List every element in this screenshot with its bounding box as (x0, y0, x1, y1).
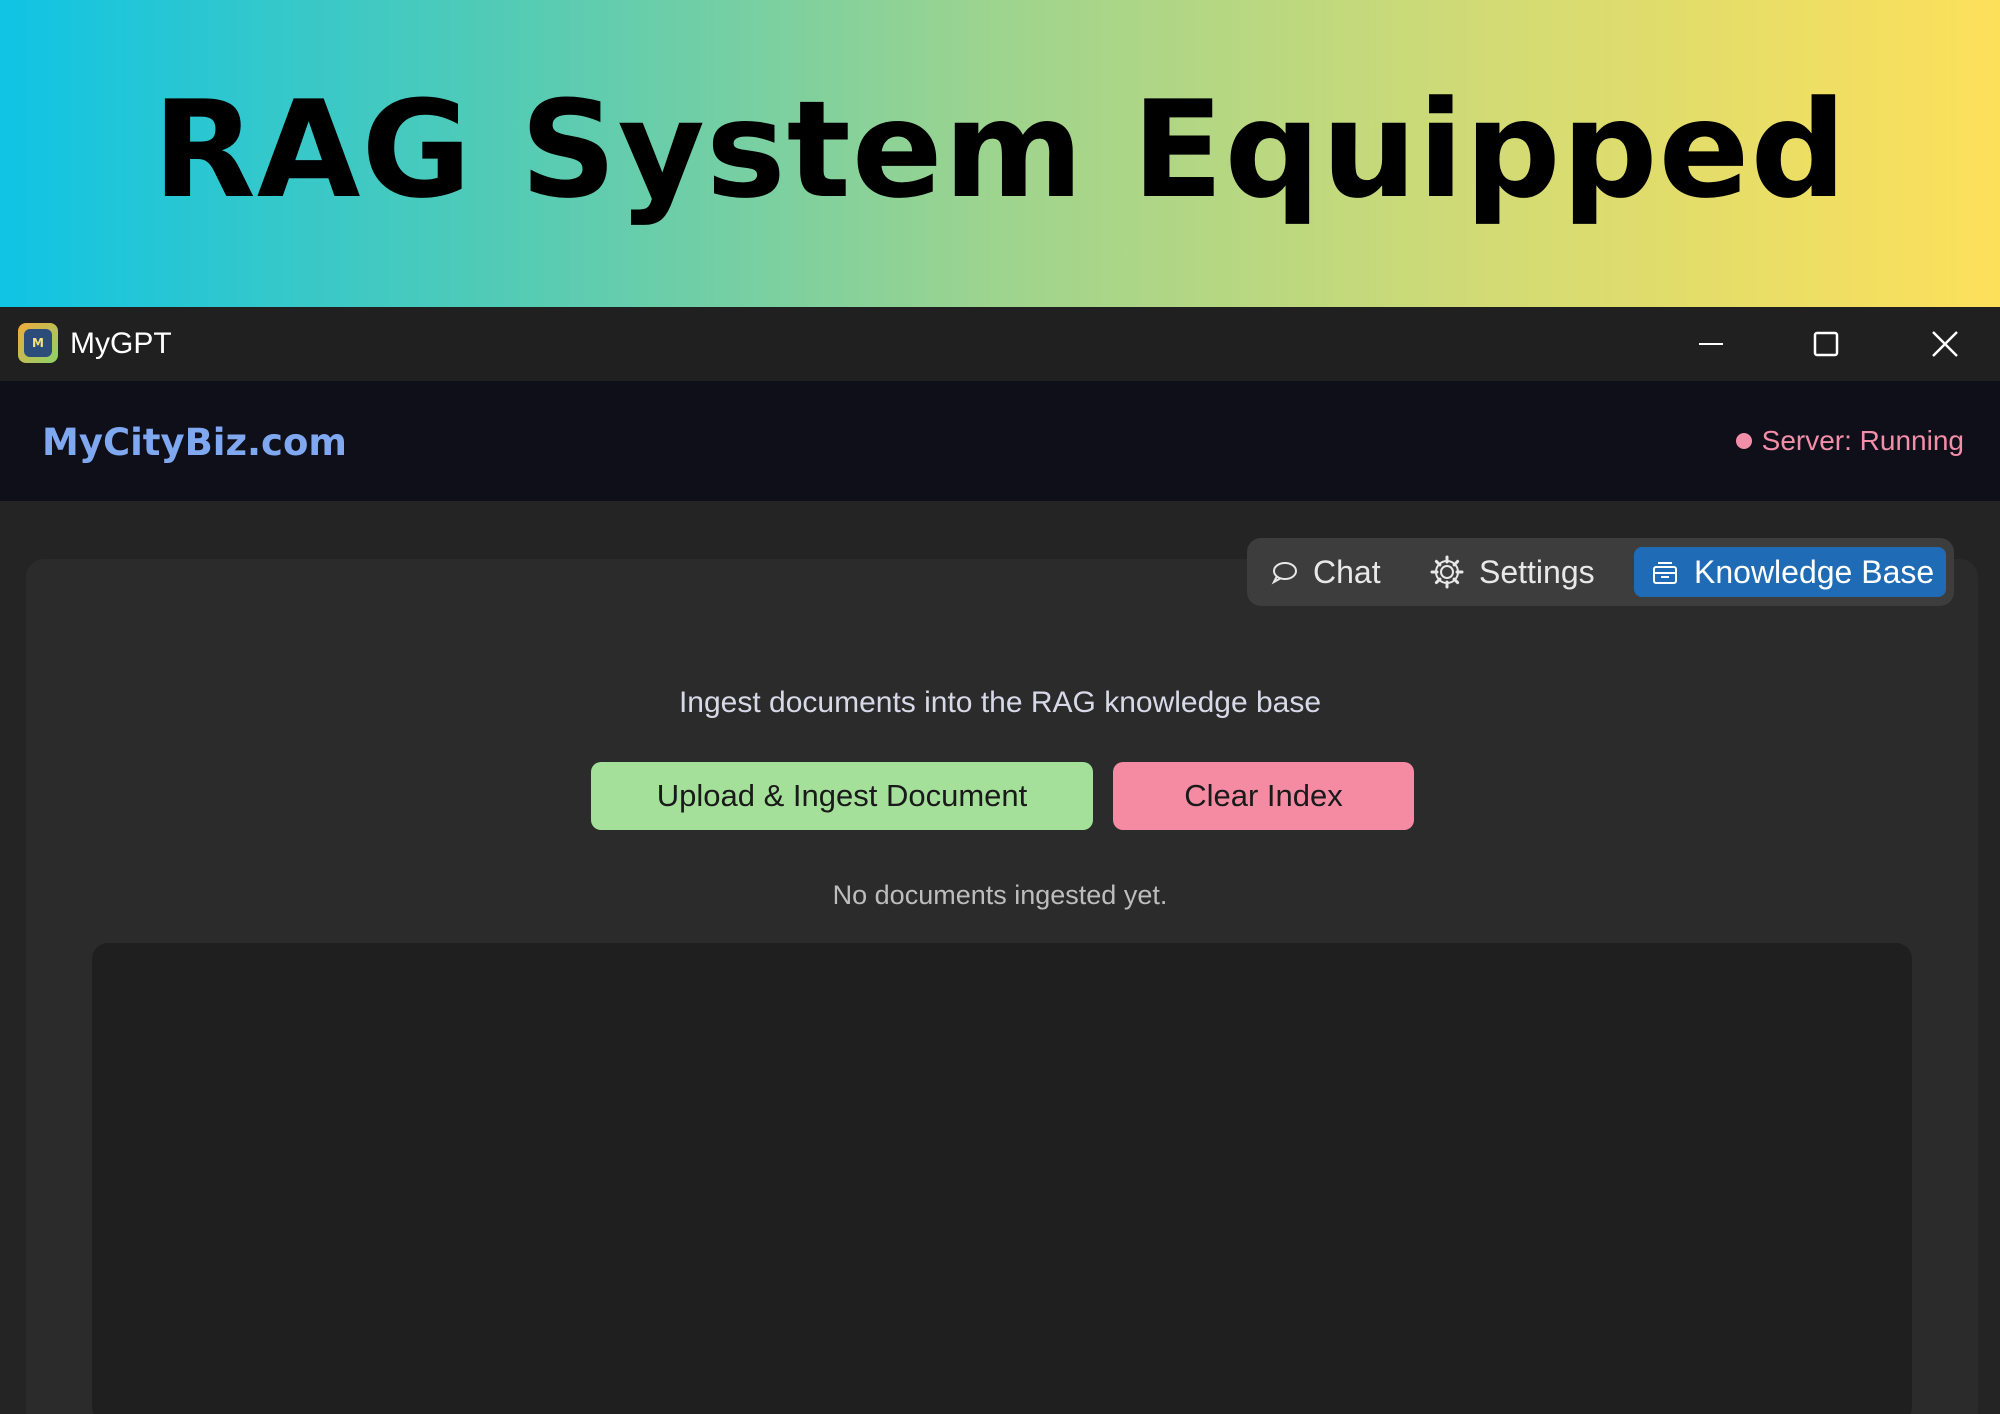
tab-knowledge-base[interactable]: Knowledge Base (1634, 547, 1946, 597)
app-logo-mark: M (24, 329, 52, 357)
clear-index-button[interactable]: Clear Index (1113, 762, 1414, 830)
tab-settings-label: Settings (1479, 553, 1595, 590)
archive-icon (1653, 562, 1677, 584)
minimize-button[interactable] (1656, 307, 1766, 381)
status-dot-icon (1735, 433, 1752, 449)
tab-bar: Chat Settings Knowledge Base (1247, 538, 1954, 606)
close-icon (1932, 331, 1958, 357)
server-status-text: Server: Running (1761, 425, 1964, 456)
gear-icon (1430, 555, 1464, 589)
upload-ingest-button[interactable]: Upload & Ingest Document (591, 762, 1093, 830)
close-button[interactable] (1890, 307, 2000, 381)
tab-chat[interactable]: Chat (1269, 547, 1381, 597)
window-titlebar[interactable]: M MyGPT (0, 307, 2000, 381)
kb-description: Ingest documents into the RAG knowledge … (678, 686, 1322, 719)
minimize-icon (1699, 343, 1723, 345)
window-title: MyGPT (70, 327, 172, 360)
document-list[interactable] (92, 943, 1912, 1414)
server-status: Server: Running (1735, 425, 1964, 457)
banner-title: RAG System Equipped (152, 71, 1848, 228)
tab-knowledge-base-label: Knowledge Base (1694, 553, 1935, 590)
app-header: MyCityBiz.com Server: Running (0, 381, 2000, 501)
tab-chat-label: Chat (1313, 553, 1381, 590)
empty-state-message: No documents ingested yet. (832, 880, 1168, 910)
chat-bubble-icon (1271, 562, 1297, 585)
maximize-button[interactable] (1771, 307, 1881, 381)
tab-settings[interactable]: Settings (1429, 547, 1595, 597)
brand-link[interactable]: MyCityBiz.com (42, 421, 347, 464)
app-logo-icon: M (18, 323, 58, 363)
maximize-icon (1813, 331, 1839, 357)
promo-banner: RAG System Equipped (0, 0, 2000, 307)
